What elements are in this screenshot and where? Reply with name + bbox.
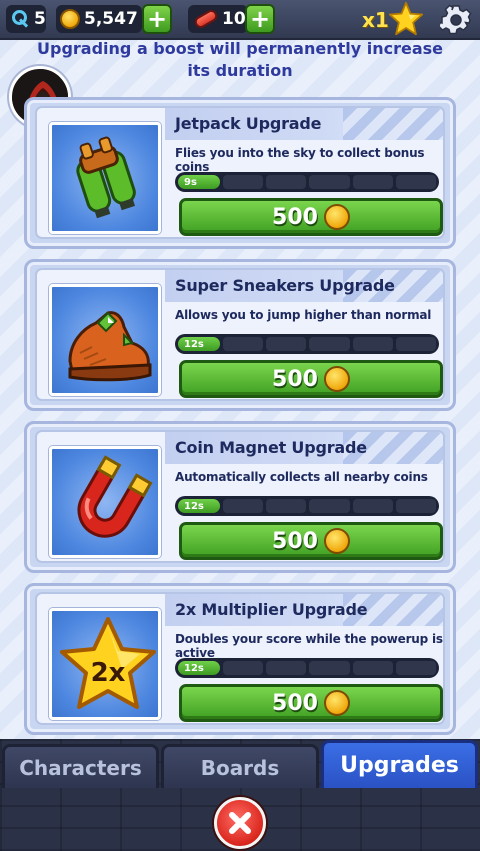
duration-label: 9s	[178, 175, 220, 189]
card-title: 2x Multiplier Upgrade	[175, 600, 368, 619]
upgrade-card-coin-magnet: Coin Magnet Upgrade Automatically collec…	[24, 421, 456, 573]
price-label: 500	[272, 204, 318, 230]
duration-label: 12s	[178, 499, 220, 513]
price-label: 500	[272, 528, 318, 554]
card-body: Coin Magnet Upgrade Automatically collec…	[35, 430, 445, 563]
star-icon[interactable]	[388, 1, 424, 37]
gear-icon[interactable]	[440, 4, 472, 36]
price-label: 500	[272, 690, 318, 716]
card-body: 2x 2x Multiplier Upgrade Doubles your sc…	[35, 592, 445, 725]
buy-upgrade-button[interactable]: 500	[179, 522, 443, 560]
duration-progress-bar: 12s	[175, 496, 439, 516]
card-icon-box	[49, 122, 161, 234]
add-coins-button[interactable]: +	[142, 4, 172, 34]
card-description: Flies you into the sky to collect bonus …	[175, 146, 425, 174]
tab-boards[interactable]: Boards	[161, 744, 319, 788]
coin-icon	[323, 528, 350, 554]
key-icon	[12, 10, 30, 28]
duration-progress-bar: 12s	[175, 658, 439, 678]
sneaker-icon	[68, 311, 152, 382]
duration-label: 12s	[178, 661, 220, 675]
coin-icon	[323, 204, 350, 230]
magnet-icon	[77, 455, 153, 538]
add-boards-button[interactable]: +	[245, 4, 275, 34]
card-description: Automatically collects all nearby coins	[175, 470, 428, 484]
coin-icon	[323, 366, 350, 392]
close-icon	[229, 812, 251, 834]
duration-label: 12s	[178, 337, 220, 351]
hoverboard-icon	[192, 7, 220, 31]
card-body: Super Sneakers Upgrade Allows you to jum…	[35, 268, 445, 401]
coins-count: 5,547	[84, 9, 138, 29]
coin-icon	[323, 690, 350, 716]
card-title: Coin Magnet Upgrade	[175, 438, 367, 457]
card-description: Doubles your score while the powerup is …	[175, 632, 443, 660]
coin-icon	[60, 9, 80, 29]
price-label: 500	[272, 366, 318, 392]
duration-progress-bar: 9s	[175, 172, 439, 192]
card-description: Allows you to jump higher than normal	[175, 308, 432, 322]
boards-count: 10	[222, 9, 246, 29]
jetpack-icon	[76, 136, 136, 219]
upgrade-card-super-sneakers: Super Sneakers Upgrade Allows you to jum…	[24, 259, 456, 411]
upgrade-card-jetpack: Jetpack Upgrade Flies you into the sky t…	[24, 97, 456, 249]
tab-upgrades[interactable]: Upgrades	[321, 740, 478, 788]
info-text: Upgrading a boost will permanently incre…	[37, 39, 443, 80]
keys-counter: 5	[6, 5, 46, 33]
score-multiplier: x1	[362, 8, 389, 32]
keys-count: 5	[34, 9, 46, 29]
close-button[interactable]	[214, 797, 266, 849]
star-2x-icon: 2x	[60, 617, 156, 709]
multiplier-icon-text: 2x	[91, 658, 126, 688]
card-icon-box: 2x	[49, 608, 161, 720]
card-body: Jetpack Upgrade Flies you into the sky t…	[35, 106, 445, 239]
buy-upgrade-button[interactable]: 500	[179, 360, 443, 398]
top-bar: 5 5,547 + 10 + x1	[0, 0, 480, 40]
boards-counter: 10	[188, 5, 248, 33]
card-icon-box	[49, 446, 161, 558]
coins-counter: 5,547	[56, 5, 142, 33]
buy-upgrade-button[interactable]: 500	[179, 684, 443, 722]
card-icon-box	[49, 284, 161, 396]
duration-progress-bar: 12s	[175, 334, 439, 354]
card-title: Jetpack Upgrade	[175, 114, 322, 133]
buy-upgrade-button[interactable]: 500	[179, 198, 443, 236]
card-title: Super Sneakers Upgrade	[175, 276, 395, 295]
tab-characters[interactable]: Characters	[2, 744, 159, 788]
upgrade-card-2x-multiplier: 2x 2x Multiplier Upgrade Doubles your sc…	[24, 583, 456, 735]
